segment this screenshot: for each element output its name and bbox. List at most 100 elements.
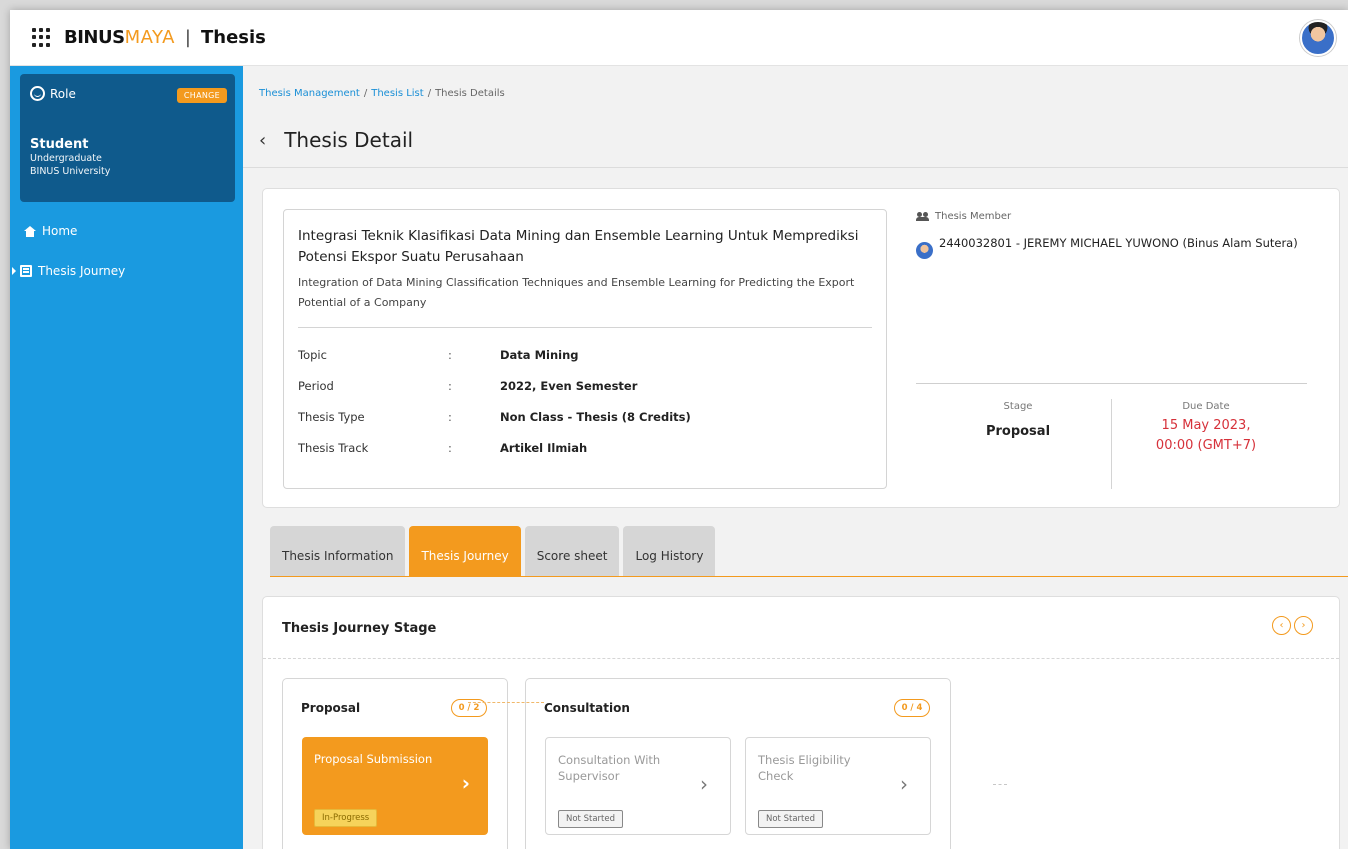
sidebar-item-label: Home xyxy=(42,224,78,238)
brand-separator: | xyxy=(184,27,191,48)
breadcrumb-current: Thesis Details xyxy=(435,88,505,99)
page-title: Thesis Detail xyxy=(284,128,414,152)
thesis-member: 2440032801 - JEREMY MICHAEL YUWONO (Binu… xyxy=(916,233,1306,259)
tab-log-history[interactable]: Log History xyxy=(623,526,716,576)
step-proposal-submission[interactable]: Proposal Submission › In-Progress xyxy=(302,737,488,835)
journey-title: Thesis Journey Stage xyxy=(282,621,437,636)
stage-label: Stage xyxy=(1003,401,1033,412)
thesis-member-header: Thesis Member xyxy=(916,211,1011,222)
tab-score-sheet[interactable]: Score sheet xyxy=(524,526,620,576)
top-bar: BINUSMAYA | Thesis xyxy=(10,10,1348,66)
brand-accent: MAYA xyxy=(124,27,175,48)
role-name: Student xyxy=(30,137,89,152)
breadcrumb-thesis-list[interactable]: Thesis List xyxy=(371,88,423,99)
prev-arrow-button[interactable]: ‹ xyxy=(1272,616,1291,635)
field-value: Non Class - Thesis (8 Credits) xyxy=(500,409,691,424)
field-value: Artikel Ilmiah xyxy=(500,440,588,455)
step-connector xyxy=(993,784,1007,785)
info-divider xyxy=(298,327,872,328)
breadcrumb-separator: / xyxy=(427,88,432,99)
field-key: Period xyxy=(298,378,334,393)
sidebar-item-home[interactable]: Home xyxy=(24,224,243,238)
step-name: Proposal Submission xyxy=(314,752,433,766)
field-row-thesis-track: Thesis Track : Artikel Ilmiah xyxy=(298,432,872,463)
field-colon: : xyxy=(448,378,452,393)
role-label: Role xyxy=(50,86,76,101)
breadcrumb: Thesis Management / Thesis List / Thesis Det… xyxy=(259,88,505,99)
group-title: Consultation xyxy=(544,701,630,715)
role-level: Undergraduate xyxy=(30,153,102,164)
stage-block: Stage Proposal xyxy=(943,401,1093,439)
role-card: Role CHANGE Student Undergraduate BINUS … xyxy=(20,74,235,202)
group-title: Proposal xyxy=(301,701,361,715)
home-icon xyxy=(24,225,36,237)
breadcrumb-thesis-management[interactable]: Thesis Management xyxy=(259,88,360,99)
step-name: Thesis Eligibility Check xyxy=(758,753,851,783)
sidebar-item-label: Thesis Journey xyxy=(38,264,126,278)
tab-thesis-information[interactable]: Thesis Information xyxy=(270,526,406,576)
tab-thesis-journey[interactable]: Thesis Journey xyxy=(409,526,521,576)
step-consultation-with-supervisor[interactable]: Consultation With Supervisor › Not Start… xyxy=(545,737,731,835)
brand-logo[interactable]: BINUSMAYA xyxy=(64,27,175,48)
stage-group-proposal: Proposal 0 / 2 Proposal Submission › In-… xyxy=(282,678,508,849)
due-date-block: Due Date 15 May 2023, 00:00 (GMT+7) xyxy=(1121,401,1291,456)
next-arrow-button[interactable]: › xyxy=(1294,616,1313,635)
field-colon: : xyxy=(448,440,452,455)
chevron-right-icon: › xyxy=(700,772,708,796)
chevron-right-icon: › xyxy=(900,772,908,796)
role-institution: BINUS University xyxy=(30,166,111,177)
stage-value: Proposal xyxy=(985,424,1051,439)
status-badge: Not Started xyxy=(558,810,623,828)
due-date-line1: 15 May 2023, xyxy=(1161,418,1251,433)
thesis-fields: Topic : Data Mining Period : 2022, Even … xyxy=(298,339,872,463)
field-value: 2022, Even Semester xyxy=(500,378,638,393)
member-name: 2440032801 - JEREMY MICHAEL YUWONO (Binu… xyxy=(939,236,1298,250)
app-title: Thesis xyxy=(201,27,266,48)
main-content: Thesis Management / Thesis List / Thesis Det… xyxy=(243,66,1348,849)
stage-group-consultation: Consultation 0 / 4 Consultation With Sup… xyxy=(525,678,1007,849)
field-key: Thesis Track xyxy=(298,440,369,455)
back-arrow-icon[interactable]: ‹ xyxy=(259,130,266,151)
field-row-thesis-type: Thesis Type : Non Class - Thesis (8 Cred… xyxy=(298,401,872,432)
thesis-member-label: Thesis Member xyxy=(935,211,1012,222)
breadcrumb-separator: / xyxy=(363,88,368,99)
stage-vertical-separator xyxy=(1111,399,1112,489)
tab-bar: Thesis Information Thesis Journey Score … xyxy=(270,526,719,576)
people-icon xyxy=(916,212,930,221)
status-badge: In-Progress xyxy=(314,809,378,827)
caret-right-icon xyxy=(12,267,16,275)
thesis-info-box: Integrasi Teknik Klasifikasi Data Mining… xyxy=(283,209,887,489)
thesis-title: Integrasi Teknik Klasifikasi Data Mining… xyxy=(298,228,859,265)
thesis-title-english: Integration of Data Mining Classificatio… xyxy=(298,276,855,309)
field-row-topic: Topic : Data Mining xyxy=(298,339,872,370)
field-row-period: Period : 2022, Even Semester xyxy=(298,370,872,401)
journey-divider xyxy=(263,658,1339,659)
page-header: ‹ Thesis Detail xyxy=(259,128,413,152)
sidebar-item-thesis-journey[interactable]: Thesis Journey xyxy=(12,264,243,278)
field-key: Topic xyxy=(298,347,327,362)
field-colon: : xyxy=(448,347,452,362)
stage-divider xyxy=(916,383,1307,384)
chevron-right-icon: › xyxy=(461,771,470,795)
field-colon: : xyxy=(448,409,452,424)
brand-main: BINUS xyxy=(64,27,125,48)
step-name: Consultation With Supervisor xyxy=(558,753,661,783)
change-role-button[interactable]: CHANGE xyxy=(176,88,227,103)
due-date-value: 15 May 2023, 00:00 (GMT+7) xyxy=(1121,416,1291,456)
thesis-journey-card: Thesis Journey Stage ‹ › Proposal 0 / 2 … xyxy=(262,596,1340,849)
sidebar: Role CHANGE Student Undergraduate BINUS … xyxy=(10,66,243,849)
book-icon xyxy=(20,265,32,277)
app-window: BINUSMAYA | Thesis Role CHANGE Student U… xyxy=(10,10,1348,849)
group-count-badge: 0 / 4 xyxy=(894,699,930,717)
due-date-line2: 00:00 (GMT+7) xyxy=(1155,438,1257,453)
apps-grid-icon[interactable] xyxy=(32,27,52,48)
field-value: Data Mining xyxy=(500,347,579,362)
tab-underline xyxy=(270,576,1348,577)
member-avatar xyxy=(916,242,933,259)
header-divider xyxy=(243,167,1348,168)
user-avatar[interactable] xyxy=(1300,20,1336,56)
step-thesis-eligibility-check[interactable]: Thesis Eligibility Check › Not Started xyxy=(745,737,931,835)
due-date-label: Due Date xyxy=(1182,401,1230,412)
thesis-detail-card: Integrasi Teknik Klasifikasi Data Mining… xyxy=(262,188,1340,508)
field-key: Thesis Type xyxy=(298,409,365,424)
